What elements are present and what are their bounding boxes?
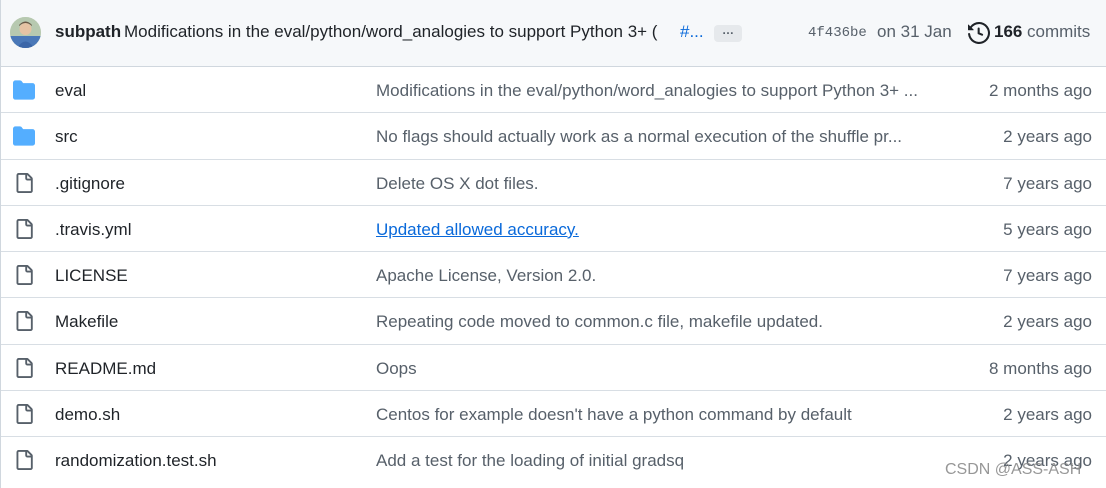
expand-commit-button[interactable]: … xyxy=(714,24,742,42)
commit-age: 7 years ago xyxy=(1003,173,1092,193)
file-row[interactable]: LICENSE Apache License, Version 2.0. 7 yea… xyxy=(1,252,1106,299)
file-icon xyxy=(13,265,35,286)
file-name-link[interactable]: eval xyxy=(55,81,86,101)
watermark: CSDN @ASS-ASH xyxy=(945,461,1082,478)
commit-message-link[interactable]: Updated allowed accuracy. xyxy=(376,220,579,240)
file-icon xyxy=(13,357,35,378)
commit-age: 2 months ago xyxy=(988,81,1092,100)
file-row[interactable]: README.md Oops 8 months ago xyxy=(1,345,1106,392)
commit-message-link[interactable]: Apache License, Version 2.0. xyxy=(376,266,596,286)
file-name-link[interactable]: randomization.test.sh xyxy=(55,451,217,471)
file-icon xyxy=(13,218,35,239)
file-name-link[interactable]: src xyxy=(55,127,78,147)
commit-age: 8 months ago xyxy=(988,358,1092,378)
history-icon[interactable] xyxy=(968,21,991,45)
commit-message-link[interactable]: Delete OS X dot files. xyxy=(376,174,539,194)
file-row[interactable]: randomization.test.sh Add a test for the … xyxy=(1,437,1106,483)
file-name-link[interactable]: LICENSE xyxy=(55,266,128,286)
file-name-link[interactable]: .gitignore xyxy=(55,174,125,194)
file-list: eval Modifications in the eval/python/wor… xyxy=(1,67,1106,484)
commit-age: 2 years ago xyxy=(1003,405,1092,425)
file-name-link[interactable]: README.md xyxy=(55,359,156,379)
commit-age: 7 years ago xyxy=(1003,266,1092,286)
commit-sha-link[interactable]: 4f436be xyxy=(808,25,867,41)
file-icon xyxy=(13,172,35,193)
folder-icon xyxy=(13,126,35,146)
file-icon xyxy=(13,311,35,332)
file-row[interactable]: .travis.yml Updated allowed accuracy. 5 ye… xyxy=(1,206,1106,253)
commit-date: on 31 Jan xyxy=(877,22,952,41)
file-row[interactable]: src No flags should actually work as a no… xyxy=(1,113,1106,160)
commit-author-link[interactable]: subpath xyxy=(55,22,121,42)
commits-count[interactable]: 166 xyxy=(994,22,1022,42)
commit-message-link[interactable]: Centos for example doesn't have a python… xyxy=(376,405,852,425)
file-icon xyxy=(13,404,35,425)
commit-age: 2 years ago xyxy=(1003,127,1092,147)
file-name-link[interactable]: demo.sh xyxy=(55,405,120,425)
file-browser: subpath Modifications in the eval/python… xyxy=(0,0,1106,488)
file-icon xyxy=(13,450,35,471)
commits-label[interactable]: commits xyxy=(1027,22,1090,42)
file-name-link[interactable]: .travis.yml xyxy=(55,220,132,240)
commit-pr-link[interactable]: #... xyxy=(680,22,704,42)
commit-message-link[interactable]: Modifications in the eval/python/word_an… xyxy=(124,22,657,42)
commit-message-link[interactable]: Repeating code moved to common.c file, m… xyxy=(376,312,823,332)
commit-age: 2 years ago xyxy=(1003,312,1092,332)
commit-message-link[interactable]: No flags should actually work as a norma… xyxy=(376,127,902,147)
file-row[interactable]: eval Modifications in the eval/python/wor… xyxy=(1,67,1106,114)
commit-message-link[interactable]: Add a test for the loading of initial gr… xyxy=(376,451,684,471)
commit-message-link[interactable]: Modifications in the eval/python/word_an… xyxy=(376,81,918,101)
file-row[interactable]: .gitignore Delete OS X dot files. 7 years … xyxy=(1,160,1106,206)
commit-age: 5 years ago xyxy=(1003,219,1092,239)
file-name-link[interactable]: Makefile xyxy=(55,312,118,332)
file-row[interactable]: demo.sh Centos for example doesn't have a… xyxy=(1,391,1106,438)
commit-message-link[interactable]: Oops xyxy=(376,359,417,379)
avatar[interactable] xyxy=(10,17,41,48)
folder-icon xyxy=(13,80,35,100)
file-row[interactable]: Makefile Repeating code moved to common.c… xyxy=(1,298,1106,345)
latest-commit-bar: subpath Modifications in the eval/python… xyxy=(1,0,1106,67)
